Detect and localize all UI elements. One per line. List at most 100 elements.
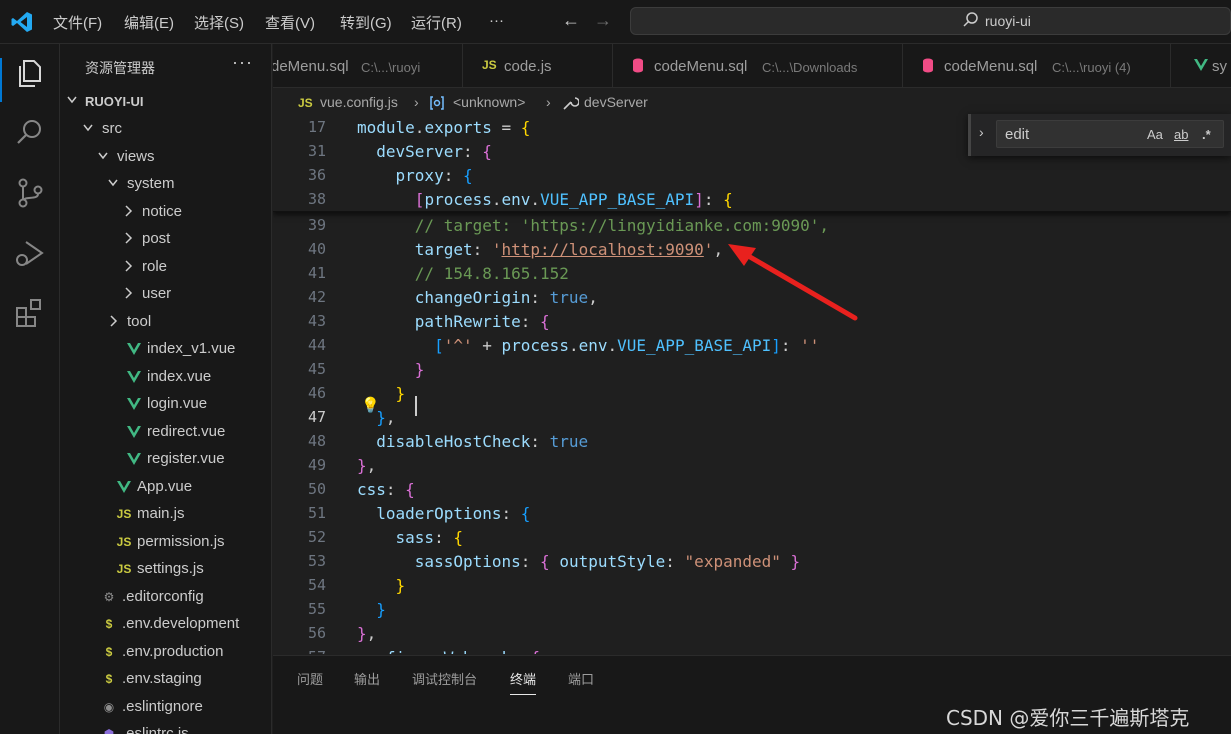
lightbulb-icon[interactable]: 💡 (361, 396, 380, 414)
tree-item[interactable]: index_v1.vue (60, 336, 271, 363)
line-number: 42 (307, 288, 326, 306)
sticky-line-36[interactable]: proxy: { (357, 166, 473, 185)
menu-selection[interactable]: 选择(S) (194, 12, 244, 33)
tree-item[interactable]: register.vue (60, 446, 271, 473)
breadcrumb-separator: › (414, 94, 419, 110)
code-line-45: } (414, 360, 425, 379)
line-number: 36 (307, 166, 326, 184)
line-number: 50 (307, 480, 326, 498)
code-line-54: } (395, 576, 406, 595)
tree-item-label: App.vue (137, 477, 193, 495)
line-number: 40 (307, 240, 326, 258)
forward-arrow-icon[interactable]: → (594, 10, 612, 31)
js-file-icon: JS (482, 58, 497, 72)
tree-item-label: .env.production (122, 642, 224, 660)
menu-file[interactable]: 文件(F) (53, 12, 102, 33)
line-number: 46 (307, 384, 326, 402)
source-control-icon[interactable] (13, 176, 47, 210)
tree-item[interactable]: ⬢ .eslintrc.js (60, 721, 271, 734)
chevron-right-icon[interactable]: › (979, 124, 984, 140)
line-number: 56 (307, 624, 326, 642)
extensions-icon[interactable] (13, 296, 47, 330)
whole-word-toggle[interactable]: ab (1174, 127, 1188, 142)
command-center-search[interactable]: ruoyi-ui (630, 7, 1231, 35)
vue-icon (115, 477, 133, 497)
breadcrumb-separator: › (546, 94, 551, 110)
panel-tab-ports[interactable]: 端口 (568, 669, 594, 688)
panel-tab-problems[interactable]: 问题 (297, 669, 323, 688)
command-center-text: ruoyi-ui (985, 13, 1031, 29)
breadcrumb-symbol[interactable]: <unknown> (453, 94, 525, 110)
tree-item[interactable]: views (60, 144, 271, 171)
regex-toggle[interactable]: .* (1202, 127, 1211, 142)
tree-item-label: settings.js (137, 560, 204, 577)
find-input[interactable]: edit Aa ab .* (996, 120, 1224, 148)
tree-item-label: login.vue (147, 395, 208, 412)
vue-icon (125, 394, 143, 414)
tree-item[interactable]: $ .env.staging (60, 666, 271, 693)
sticky-line-38[interactable]: [process.env.VUE_APP_BASE_API]: { (357, 190, 733, 209)
title-bar: 文件(F) 编辑(E) 选择(S) 查看(V) 转到(G) 运行(R) ··· … (0, 0, 1231, 44)
tree-item[interactable]: notice (60, 199, 271, 226)
line-number: 53 (307, 552, 326, 570)
tree-item[interactable]: login.vue (60, 391, 271, 418)
panel-tab-output[interactable]: 输出 (354, 669, 380, 688)
tree-item[interactable]: role (60, 254, 271, 281)
panel-tab-terminal[interactable]: 终端 (510, 669, 537, 695)
line-number: 55 (307, 600, 326, 618)
sticky-line-17[interactable]: module.exports = { (357, 118, 530, 137)
panel-tab-debug-console[interactable]: 调试控制台 (412, 669, 477, 688)
tree-item[interactable]: user (60, 281, 271, 308)
tree-item[interactable]: system (60, 171, 271, 198)
back-arrow-icon[interactable]: ← (562, 10, 580, 31)
tree-item[interactable]: JS permission.js (60, 529, 271, 556)
tree-item[interactable]: ◉ .eslintignore (60, 694, 271, 721)
breadcrumb-file[interactable]: vue.config.js (320, 94, 398, 110)
tree-item[interactable]: App.vue (60, 474, 271, 501)
tree-item-label: post (142, 230, 171, 247)
menu-edit[interactable]: 编辑(E) (124, 12, 174, 33)
menu-view[interactable]: 查看(V) (265, 12, 315, 33)
run-debug-icon[interactable] (13, 236, 47, 270)
breadcrumb-property[interactable]: devServer (584, 94, 648, 110)
tree-item[interactable]: $ .env.development (60, 611, 271, 638)
line-number: 44 (307, 336, 326, 354)
tab-sy[interactable]: sy (1171, 44, 1231, 87)
wrench-property-icon (563, 97, 579, 110)
env-dollar-icon: $ (105, 672, 113, 686)
tree-item[interactable]: redirect.vue (60, 419, 271, 446)
line-number: 49 (307, 456, 326, 474)
find-input-value: edit (1005, 126, 1030, 143)
watermark: CSDN @爱你三千遍斯塔克 (946, 706, 1190, 730)
tree-item[interactable]: JS settings.js (60, 556, 271, 583)
menu-go[interactable]: 转到(G) (340, 12, 392, 33)
tree-item-label: role (142, 257, 168, 275)
tree-item[interactable]: index.vue (60, 364, 271, 391)
menu-more[interactable]: ··· (489, 12, 504, 29)
tab-code-js[interactable]: JS code.js (463, 44, 613, 87)
sticky-line-31[interactable]: devServer: { (357, 142, 492, 161)
tab-demenu-sql[interactable]: deMenu.sql C:\...\ruoyi (273, 44, 463, 87)
code-line-40: target: 'http://localhost:9090', (414, 240, 724, 259)
tree-item[interactable]: JS main.js (60, 501, 271, 528)
menu-run[interactable]: 运行(R) (411, 12, 462, 33)
more-actions-icon[interactable]: ··· (232, 52, 253, 73)
code-editor[interactable]: 39 // target: 'https://lingyidianke.com:… (273, 116, 1231, 654)
project-root[interactable]: RUOYI-UI (60, 88, 271, 115)
tree-item-label: redirect.vue (147, 422, 226, 440)
vscode-logo-icon[interactable] (10, 10, 34, 34)
tree-item[interactable]: src (60, 116, 271, 143)
match-case-toggle[interactable]: Aa (1147, 127, 1163, 142)
tree-item[interactable]: ⚙ .editorconfig (60, 584, 271, 611)
project-name: RUOYI-UI (85, 94, 144, 109)
tab-codemenu-sql-ruoyi[interactable]: codeMenu.sql C:\...\ruoyi (4) (903, 44, 1171, 87)
tab-codemenu-sql-downloads[interactable]: codeMenu.sql C:\...\Downloads (613, 44, 903, 87)
explorer-icon[interactable] (13, 56, 47, 90)
tree-item[interactable]: $ .env.production (60, 639, 271, 666)
tree-item-label: index_v1.vue (147, 340, 236, 357)
breadcrumb: JS vue.config.js › <unknown> › devServer (273, 88, 1231, 116)
line-number: 45 (307, 360, 326, 378)
tree-item[interactable]: tool (60, 309, 271, 336)
tree-item[interactable]: post (60, 226, 271, 253)
search-icon[interactable] (13, 116, 47, 150)
